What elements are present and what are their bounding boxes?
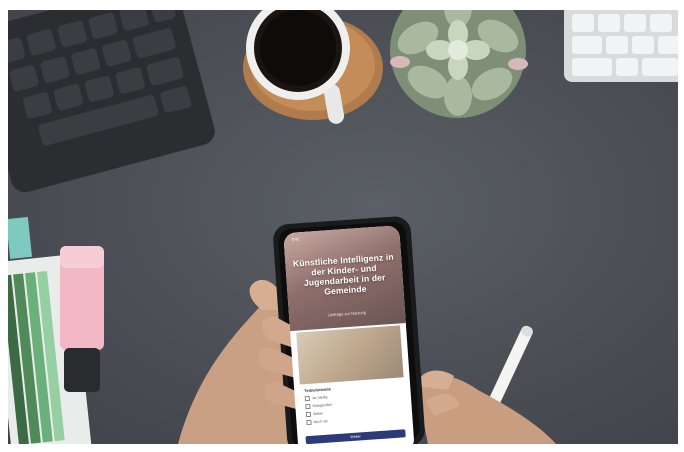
status-time: 9:41: [291, 236, 300, 242]
option-label: Gelegentlich: [312, 402, 333, 409]
option-1[interactable]: Ja, häufig: [304, 395, 328, 402]
option-3[interactable]: Selten: [305, 411, 324, 418]
checkbox-icon: [305, 411, 312, 418]
pink-highlighter: [60, 246, 104, 392]
succulent-plant: [390, 10, 528, 118]
hero-title: Künstliche Intelligenz in der Kinder- un…: [292, 251, 394, 297]
next-button[interactable]: Weiter: [305, 429, 406, 444]
checkbox-icon: [304, 395, 311, 402]
option-2[interactable]: Gelegentlich: [305, 402, 333, 410]
checkbox-icon: [305, 403, 311, 410]
hero-subtitle: Umfrage zur Nutzung: [327, 309, 367, 318]
photo-frame: 9:41 Künstliche Intelligenz in der Kinde…: [8, 10, 678, 444]
hero-photo: [296, 325, 404, 385]
app-screen: 9:41 Künstliche Intelligenz in der Kinde…: [283, 225, 415, 444]
white-keyboard: [564, 10, 678, 82]
hero-banner: 9:41 Künstliche Intelligenz in der Kinde…: [283, 225, 406, 332]
option-label: Ja, häufig: [311, 395, 328, 401]
phone-screen: 9:41 Künstliche Intelligenz in der Kinde…: [283, 225, 415, 444]
question-title: Teilnehmende: [304, 386, 332, 394]
checkbox-icon: [306, 419, 312, 426]
option-label: Noch nie: [313, 419, 328, 425]
option-label: Selten: [312, 411, 324, 417]
keyboard: [8, 10, 215, 193]
coffee-cup: [243, 10, 383, 124]
option-4[interactable]: Noch nie: [306, 419, 328, 426]
